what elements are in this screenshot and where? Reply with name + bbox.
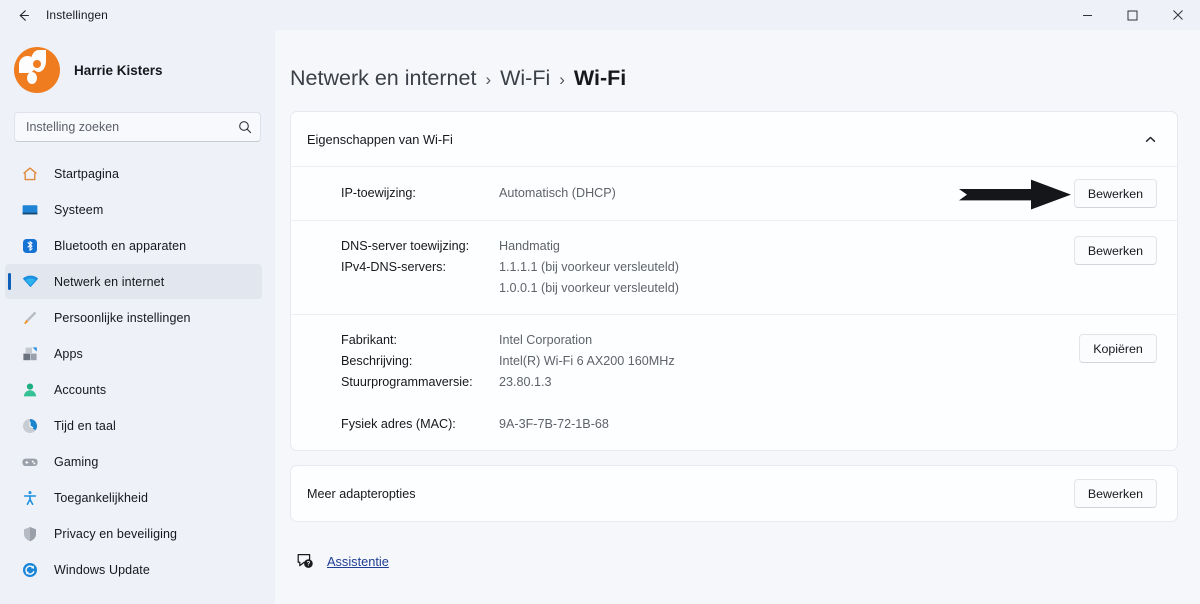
sidebar: Harrie Kisters Instelling zoeken Startpa… — [0, 30, 275, 604]
table-row-ip-assignment: IP-toewijzing: Automatisch (DHCP) Bewerk… — [291, 167, 1177, 221]
monitor-icon — [19, 199, 41, 221]
profile-name: Harrie Kisters — [74, 62, 163, 78]
svg-text:?: ? — [306, 561, 310, 568]
sidebar-item-label: Persoonlijke instellingen — [54, 310, 191, 325]
breadcrumb: Netwerk en internet › Wi-Fi › Wi-Fi — [290, 30, 1178, 111]
row-label: IP-toewijzing: — [341, 186, 416, 200]
row-value: Automatisch (DHCP) — [499, 186, 616, 200]
chevron-up-icon[interactable] — [1144, 133, 1157, 146]
row-value: 9A-3F-7B-72-1B-68 — [499, 417, 609, 431]
back-button[interactable] — [8, 3, 38, 27]
row-value: 23.80.1.3 — [499, 375, 552, 389]
content-area: Netwerk en internet › Wi-Fi › Wi-Fi Eige… — [275, 30, 1200, 604]
breadcrumb-item-current: Wi-Fi — [573, 66, 627, 90]
sidebar-item-label: Apps — [54, 346, 83, 361]
sidebar-item-accounts[interactable]: Accounts — [5, 372, 262, 407]
sidebar-item-windows-update[interactable]: Windows Update — [5, 552, 262, 587]
avatar — [14, 47, 60, 93]
breadcrumb-separator: › — [485, 70, 492, 89]
row-label: IPv4-DNS-servers: — [341, 260, 446, 274]
sidebar-item-privacy-en-beveiliging[interactable]: Privacy en beveiliging — [5, 516, 262, 551]
card-header[interactable]: Eigenschappen van Wi-Fi — [291, 112, 1177, 167]
row-value: 1.1.1.1 (bij voorkeur versleuteld) — [499, 260, 679, 274]
search-area — [0, 96, 275, 142]
sidebar-item-label: Accounts — [54, 382, 107, 397]
sidebar-item-label: Toegankelijkheid — [54, 490, 149, 505]
search-input[interactable] — [26, 120, 238, 134]
card-title: Eigenschappen van Wi-Fi — [307, 131, 453, 147]
user-profile[interactable]: Harrie Kisters — [0, 30, 275, 96]
sidebar-item-label: Gaming — [54, 454, 99, 469]
row-value: Handmatig — [499, 239, 560, 253]
sidebar-item-gaming[interactable]: Gaming — [5, 444, 262, 479]
sidebar-item-apps[interactable]: Apps — [5, 336, 262, 371]
clock-icon — [19, 415, 41, 437]
row-label: Stuurprogrammaversie: — [341, 375, 473, 389]
help-bubble-icon: ? — [296, 552, 315, 571]
title-bar: Instellingen — [0, 0, 1200, 30]
row-value: Intel Corporation — [499, 333, 593, 347]
sidebar-item-label: Startpagina — [54, 166, 120, 181]
account-icon — [19, 379, 41, 401]
sidebar-item-persoonlijke-instellingen[interactable]: Persoonlijke instellingen — [5, 300, 262, 335]
breadcrumb-item-1[interactable]: Wi-Fi — [500, 66, 550, 91]
table-row-dns: DNS-server toewijzing: IPv4-DNS-servers:… — [291, 221, 1177, 315]
home-icon — [19, 163, 41, 185]
sidebar-item-bluetooth[interactable]: Bluetooth en apparaten — [5, 228, 262, 263]
gamepad-icon — [19, 451, 41, 473]
help-row: ? Assistentie — [290, 552, 1178, 571]
sidebar-item-label: Bluetooth en apparaten — [54, 238, 187, 253]
sidebar-item-startpagina[interactable]: Startpagina — [5, 156, 262, 191]
row-label: Beschrijving: — [341, 354, 413, 368]
sidebar-item-netwerk-en-internet[interactable]: Netwerk en internet — [5, 264, 262, 299]
window-controls — [1065, 0, 1200, 30]
row-label: DNS-server toewijzing: — [341, 239, 470, 253]
breadcrumb-item-0[interactable]: Netwerk en internet — [290, 66, 476, 91]
sidebar-item-label: Netwerk en internet — [54, 274, 165, 289]
close-button[interactable] — [1155, 0, 1200, 30]
row-label: Fysiek adres (MAC): — [341, 417, 456, 431]
row-spacer — [499, 393, 1079, 414]
window-title: Instellingen — [46, 8, 108, 22]
sidebar-item-label: Windows Update — [54, 562, 150, 577]
row-value: 1.0.0.1 (bij voorkeur versleuteld) — [499, 281, 679, 295]
edit-ip-button[interactable]: Bewerken — [1073, 179, 1157, 208]
shield-icon — [19, 523, 41, 545]
edit-dns-button[interactable]: Bewerken — [1073, 236, 1157, 265]
paintbrush-icon — [19, 307, 41, 329]
wifi-properties-card: Eigenschappen van Wi-Fi IP-toewijzing: A… — [290, 111, 1178, 451]
sidebar-nav: Startpagina Systeem Bluetooth en apparat… — [0, 156, 275, 587]
table-row-adapter-info: Fabrikant: Beschrijving: Stuurprogrammav… — [291, 315, 1177, 450]
more-adapter-options-label: Meer adapteropties — [307, 486, 416, 501]
copy-adapter-info-button[interactable]: Kopiëren — [1079, 334, 1157, 363]
accessibility-icon — [19, 487, 41, 509]
help-link[interactable]: Assistentie — [327, 554, 389, 569]
sidebar-item-label: Privacy en beveiliging — [54, 526, 178, 541]
row-value: Intel(R) Wi-Fi 6 AX200 160MHz — [499, 354, 675, 368]
more-adapter-options-card: Meer adapteropties Bewerken — [290, 465, 1178, 522]
minimize-button[interactable] — [1065, 0, 1110, 30]
search-box[interactable] — [14, 112, 261, 142]
update-icon — [19, 559, 41, 581]
breadcrumb-separator: › — [559, 70, 565, 89]
settings-window: Instellingen Harrie Kisters Instelling z… — [0, 0, 1200, 604]
sidebar-item-systeem[interactable]: Systeem — [5, 192, 262, 227]
row-label: Fabrikant: — [341, 333, 397, 347]
sidebar-item-label: Systeem — [54, 202, 104, 217]
maximize-button[interactable] — [1110, 0, 1155, 30]
edit-adapter-options-button[interactable]: Bewerken — [1073, 479, 1157, 508]
sidebar-item-tijd-en-taal[interactable]: Tijd en taal — [5, 408, 262, 443]
sidebar-item-toegankelijkheid[interactable]: Toegankelijkheid — [5, 480, 262, 515]
row-spacer — [341, 393, 499, 414]
bluetooth-icon — [19, 235, 41, 257]
search-icon — [238, 120, 252, 134]
apps-icon — [19, 343, 41, 365]
wifi-icon — [19, 271, 41, 293]
sidebar-item-label: Tijd en taal — [54, 418, 116, 433]
